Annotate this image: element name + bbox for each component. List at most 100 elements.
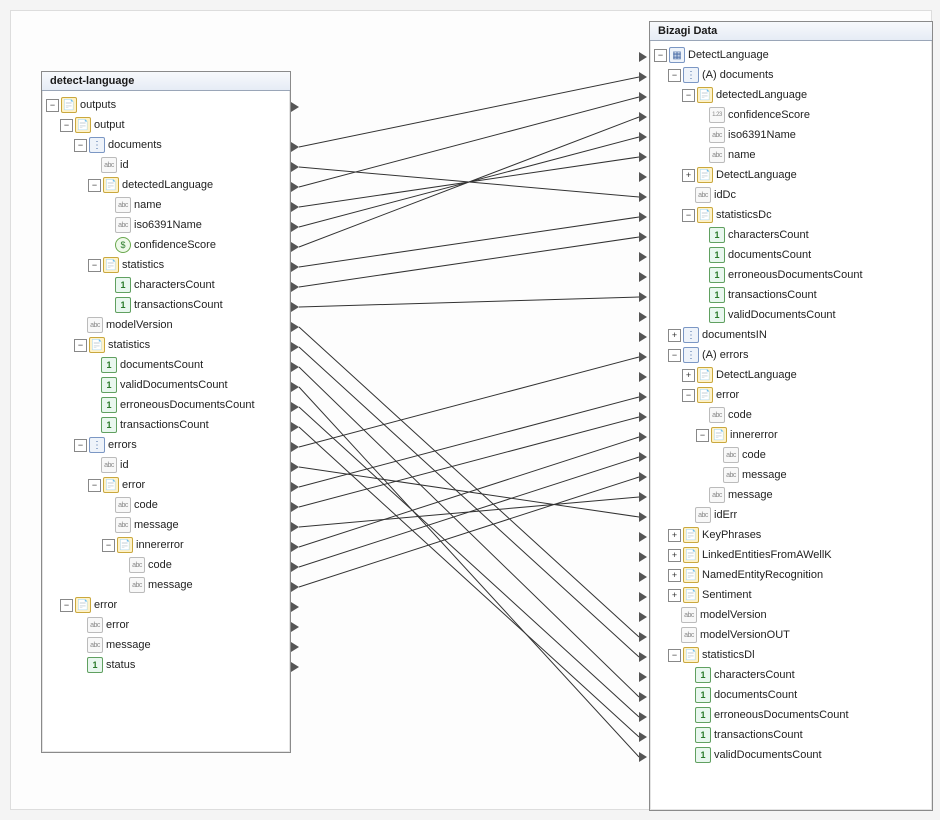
mapping-wire[interactable] (299, 97, 639, 187)
tree-node[interactable]: −output (46, 115, 288, 135)
tree-node[interactable]: message (654, 485, 930, 505)
collapse-icon[interactable]: − (88, 259, 101, 272)
output-port[interactable] (291, 282, 299, 292)
input-port[interactable] (639, 552, 647, 562)
input-port[interactable] (639, 292, 647, 302)
mapping-wire[interactable] (299, 347, 639, 657)
mapping-wire[interactable] (299, 167, 639, 197)
output-port[interactable] (291, 662, 299, 672)
tree-node[interactable]: code (46, 495, 288, 515)
tree-node[interactable]: code (654, 445, 930, 465)
mapping-wire[interactable] (299, 357, 639, 447)
output-port[interactable] (291, 622, 299, 632)
tree-node[interactable]: −DetectLanguage (654, 45, 930, 65)
collapse-icon[interactable]: − (74, 339, 87, 352)
input-port[interactable] (639, 492, 647, 502)
tree-node[interactable]: transactionsCount (654, 285, 930, 305)
collapse-icon[interactable]: − (668, 649, 681, 662)
input-port[interactable] (639, 52, 647, 62)
input-port[interactable] (639, 72, 647, 82)
mapping-wire[interactable] (299, 217, 639, 267)
input-port[interactable] (639, 312, 647, 322)
tree-node[interactable]: +LinkedEntitiesFromAWellK (654, 545, 930, 565)
input-port[interactable] (639, 612, 647, 622)
input-port[interactable] (639, 152, 647, 162)
tree-node[interactable]: validDocumentsCount (46, 375, 288, 395)
input-port[interactable] (639, 412, 647, 422)
output-port[interactable] (291, 102, 299, 112)
tree-node[interactable]: erroneousDocumentsCount (654, 705, 930, 725)
mapping-wire[interactable] (299, 407, 639, 717)
output-port[interactable] (291, 382, 299, 392)
output-port[interactable] (291, 502, 299, 512)
mapping-wire[interactable] (299, 477, 639, 587)
tree-node[interactable]: erroneousDocumentsCount (46, 395, 288, 415)
output-port[interactable] (291, 402, 299, 412)
output-port[interactable] (291, 142, 299, 152)
input-port[interactable] (639, 212, 647, 222)
tree-node[interactable]: −detectedLanguage (46, 175, 288, 195)
output-port[interactable] (291, 162, 299, 172)
collapse-icon[interactable]: − (682, 389, 695, 402)
output-port[interactable] (291, 182, 299, 192)
tree-node[interactable]: message (654, 465, 930, 485)
tree-node[interactable]: −error (654, 385, 930, 405)
tree-node[interactable]: −statistics (46, 255, 288, 275)
output-port[interactable] (291, 602, 299, 612)
tree-node[interactable]: code (46, 555, 288, 575)
tree-node[interactable]: message (46, 515, 288, 535)
output-port[interactable] (291, 542, 299, 552)
input-port[interactable] (639, 592, 647, 602)
expand-icon[interactable]: + (668, 529, 681, 542)
collapse-icon[interactable]: − (74, 439, 87, 452)
input-port[interactable] (639, 572, 647, 582)
collapse-icon[interactable]: − (88, 479, 101, 492)
input-port[interactable] (639, 672, 647, 682)
tree-node[interactable]: −detectedLanguage (654, 85, 930, 105)
collapse-icon[interactable]: − (74, 139, 87, 152)
tree-node[interactable]: idErr (654, 505, 930, 525)
tree-node[interactable]: −statistics (46, 335, 288, 355)
input-port[interactable] (639, 172, 647, 182)
tree-node[interactable]: +Sentiment (654, 585, 930, 605)
input-port[interactable] (639, 352, 647, 362)
input-port[interactable] (639, 272, 647, 282)
collapse-icon[interactable]: − (682, 89, 695, 102)
input-port[interactable] (639, 632, 647, 642)
input-port[interactable] (639, 372, 647, 382)
output-port[interactable] (291, 302, 299, 312)
input-port[interactable] (639, 252, 647, 262)
tree-node[interactable]: confidenceScore (46, 235, 288, 255)
input-port[interactable] (639, 532, 647, 542)
tree-node[interactable]: −innererror (46, 535, 288, 555)
tree-node[interactable]: documentsCount (654, 685, 930, 705)
tree-node[interactable]: modelVersionOUT (654, 625, 930, 645)
tree-node[interactable]: id (46, 155, 288, 175)
tree-node[interactable]: status (46, 655, 288, 675)
input-port[interactable] (639, 472, 647, 482)
mapping-wire[interactable] (299, 157, 639, 207)
input-port[interactable] (639, 432, 647, 442)
tree-node[interactable]: modelVersion (46, 315, 288, 335)
output-port[interactable] (291, 202, 299, 212)
mapping-wire[interactable] (299, 437, 639, 547)
tree-node[interactable]: transactionsCount (46, 295, 288, 315)
output-port[interactable] (291, 242, 299, 252)
tree-node[interactable]: −statisticsDl (654, 645, 930, 665)
mapping-wire[interactable] (299, 117, 639, 247)
tree-node[interactable]: modelVersion (654, 605, 930, 625)
output-port[interactable] (291, 362, 299, 372)
tree-node[interactable]: +DetectLanguage (654, 365, 930, 385)
mapping-wire[interactable] (299, 297, 639, 307)
tree-node[interactable]: charactersCount (654, 665, 930, 685)
input-port[interactable] (639, 452, 647, 462)
mapping-wire[interactable] (299, 327, 639, 637)
output-port[interactable] (291, 462, 299, 472)
mapping-wire[interactable] (299, 237, 639, 287)
expand-icon[interactable]: + (668, 329, 681, 342)
input-port[interactable] (639, 512, 647, 522)
tree-node[interactable]: id (46, 455, 288, 475)
tree-node[interactable]: confidenceScore (654, 105, 930, 125)
collapse-icon[interactable]: − (682, 209, 695, 222)
collapse-icon[interactable]: − (102, 539, 115, 552)
